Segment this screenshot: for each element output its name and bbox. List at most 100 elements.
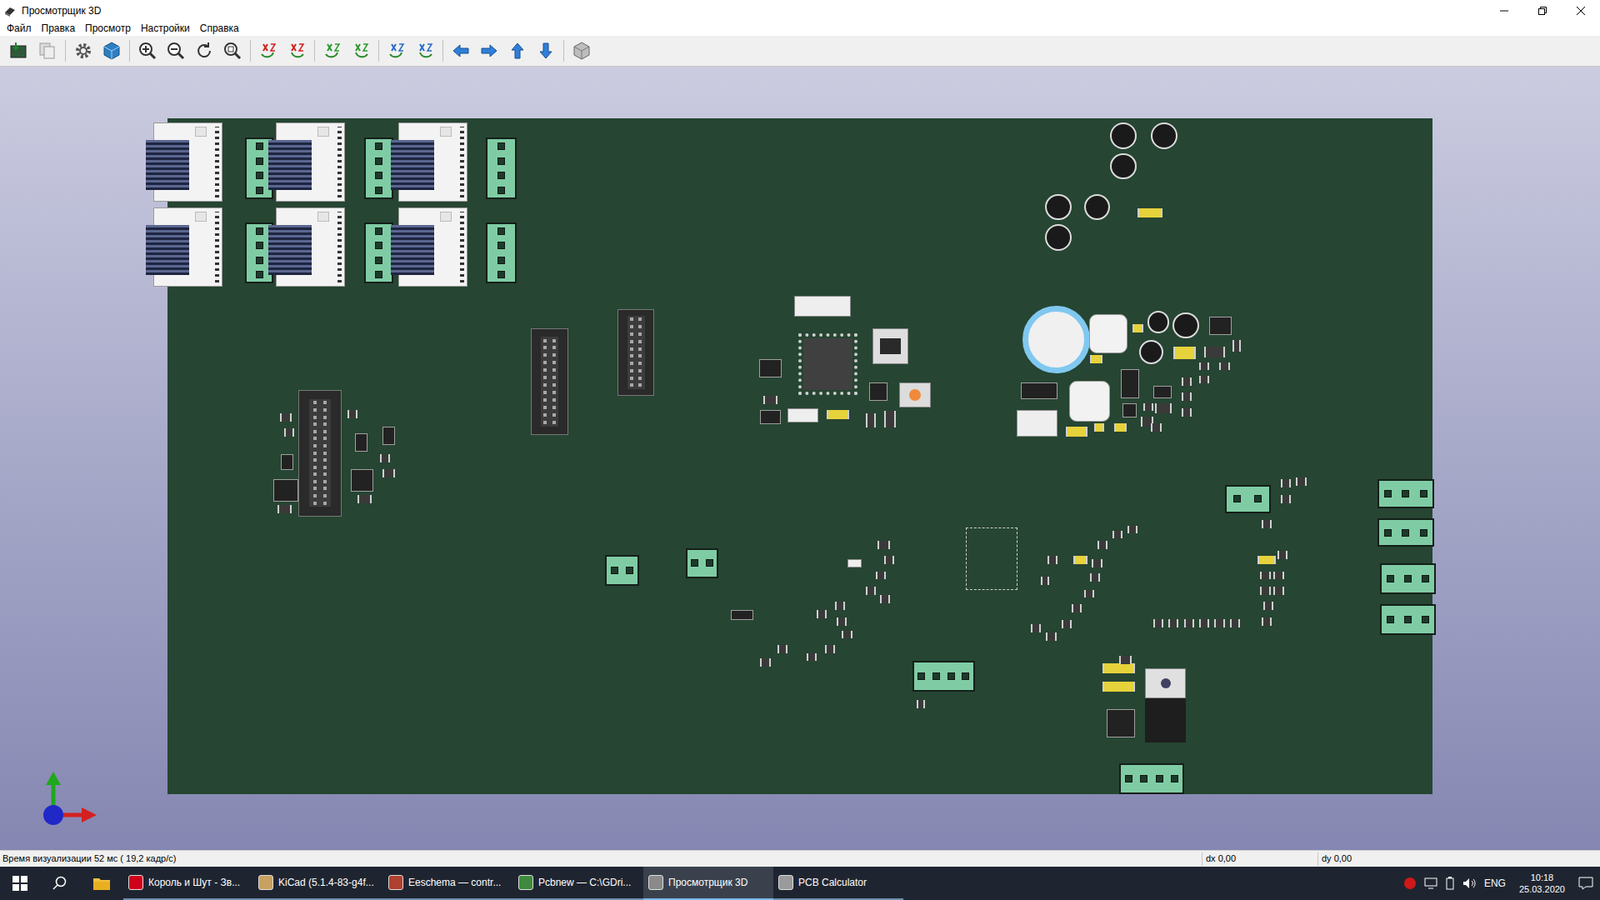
viewport-3d[interactable] bbox=[0, 66, 1600, 850]
toolbar-button[interactable] bbox=[533, 38, 559, 64]
capacitor bbox=[1045, 224, 1072, 251]
taskbar-app[interactable]: Pcbnew — C:\GDri... bbox=[513, 866, 644, 900]
network-icon[interactable] bbox=[1424, 877, 1438, 890]
stepper-driver bbox=[398, 122, 468, 203]
smd-component bbox=[884, 410, 897, 428]
smd-component bbox=[1102, 663, 1135, 674]
smd-component bbox=[1260, 586, 1270, 595]
minimize-icon bbox=[1500, 6, 1509, 15]
window-title: Просмотрщик 3D bbox=[21, 3, 101, 19]
smd-component bbox=[1199, 362, 1210, 371]
antivirus-icon[interactable] bbox=[1404, 877, 1416, 890]
smd-component bbox=[1219, 362, 1230, 371]
toolbar-button[interactable] bbox=[284, 38, 310, 64]
toolbar-button[interactable] bbox=[448, 38, 474, 64]
smd-component bbox=[347, 410, 358, 419]
taskbar-app[interactable]: Король и Шут - Зв... bbox=[123, 866, 254, 900]
smd-component bbox=[1127, 525, 1138, 535]
smd-component bbox=[277, 505, 292, 514]
taskbar-app[interactable]: Просмотрщик 3D bbox=[643, 866, 774, 900]
smd-component bbox=[1199, 619, 1210, 628]
explorer-button[interactable] bbox=[80, 866, 124, 900]
smd-component bbox=[826, 410, 850, 420]
taskbar-app[interactable]: Eeschema — contr... bbox=[383, 866, 514, 900]
idc-header bbox=[530, 328, 569, 435]
pcb-board[interactable] bbox=[167, 118, 1433, 795]
terminal-connector bbox=[1377, 518, 1434, 547]
smd-component bbox=[382, 426, 395, 445]
smd-component bbox=[865, 413, 876, 428]
menu-item[interactable]: Правка bbox=[36, 21, 81, 35]
toolbar bbox=[0, 35, 1600, 67]
toolbar-button[interactable] bbox=[99, 38, 125, 64]
smd-component bbox=[1112, 530, 1123, 540]
toolbar-button[interactable] bbox=[135, 38, 160, 64]
status-bar: Время визуализации 52 мс ( 19,2 кадр/с)d… bbox=[0, 850, 1600, 867]
smd-component bbox=[760, 410, 780, 425]
terminal-connector bbox=[685, 548, 719, 580]
toolbar-button[interactable] bbox=[569, 38, 595, 64]
battery-icon[interactable] bbox=[1445, 876, 1455, 890]
toolbar-button[interactable] bbox=[384, 38, 410, 64]
close-button[interactable] bbox=[1561, 0, 1600, 21]
windows-icon bbox=[12, 875, 28, 891]
toolbar-button[interactable] bbox=[70, 38, 96, 64]
toolbar-button[interactable] bbox=[35, 38, 60, 64]
smd-component bbox=[1143, 403, 1154, 412]
smd-component bbox=[1120, 369, 1140, 398]
menu-item[interactable]: Справка bbox=[195, 21, 245, 35]
volume-icon[interactable] bbox=[1462, 877, 1476, 890]
smd-component bbox=[869, 382, 888, 401]
smd-component bbox=[380, 454, 390, 463]
smd-component bbox=[1090, 573, 1100, 582]
terminal-connector bbox=[364, 137, 393, 199]
smd-component bbox=[1071, 604, 1082, 613]
smd-component bbox=[284, 428, 295, 437]
smd-component bbox=[841, 630, 852, 640]
terminal-connector bbox=[485, 222, 517, 284]
smd-component bbox=[1261, 520, 1272, 529]
search-button[interactable] bbox=[40, 866, 80, 900]
close-icon bbox=[1576, 6, 1585, 15]
smd-component bbox=[280, 454, 294, 471]
taskbar-app[interactable]: KiCad (5.1.4-83-g4f... bbox=[253, 866, 384, 900]
toolbar-button[interactable] bbox=[163, 38, 189, 64]
toolbar-button[interactable] bbox=[191, 38, 217, 64]
heatsink bbox=[268, 140, 312, 190]
minimize-button[interactable] bbox=[1485, 0, 1524, 21]
menu-item[interactable]: Настройки bbox=[135, 21, 195, 35]
restore-button[interactable] bbox=[1523, 0, 1562, 21]
clock[interactable]: 10:1825.03.2020 bbox=[1514, 871, 1570, 895]
toolbar-separator bbox=[250, 40, 251, 62]
smd-component bbox=[777, 645, 788, 654]
title-bar: Просмотрщик 3D bbox=[0, 0, 1600, 21]
capacitor bbox=[1110, 122, 1137, 150]
smd-component bbox=[1273, 571, 1284, 580]
smd-component bbox=[280, 413, 293, 422]
taskbar-app[interactable]: PCB Calculator bbox=[773, 866, 904, 900]
smd-component bbox=[1295, 477, 1306, 486]
inductor bbox=[1089, 314, 1129, 354]
toolbar-button[interactable] bbox=[348, 38, 374, 64]
toolbar-button[interactable] bbox=[320, 38, 345, 64]
render-time: Время визуализации 52 мс ( 19,2 кадр/с) bbox=[0, 851, 1202, 866]
smd-component bbox=[1155, 403, 1172, 414]
smd-component bbox=[916, 700, 925, 709]
toolbar-button[interactable] bbox=[505, 38, 530, 64]
toolbar-button[interactable] bbox=[476, 38, 502, 64]
terminal-connector bbox=[605, 555, 639, 586]
smd-component bbox=[759, 359, 782, 378]
smd-component bbox=[1168, 619, 1179, 628]
input-language[interactable]: ENG bbox=[1484, 875, 1506, 891]
toolbar-separator bbox=[65, 40, 66, 62]
menu-item[interactable]: Просмотр bbox=[80, 21, 136, 35]
menu-item[interactable]: Файл bbox=[1, 21, 37, 35]
toolbar-button[interactable] bbox=[255, 38, 281, 64]
toolbar-button[interactable] bbox=[412, 38, 438, 64]
toolbar-button[interactable] bbox=[220, 38, 245, 64]
start-button[interactable] bbox=[0, 866, 40, 900]
toolbar-button[interactable] bbox=[6, 38, 32, 64]
heatsink bbox=[268, 225, 312, 275]
header-connector bbox=[794, 295, 852, 316]
notifications-icon[interactable] bbox=[1578, 876, 1594, 890]
